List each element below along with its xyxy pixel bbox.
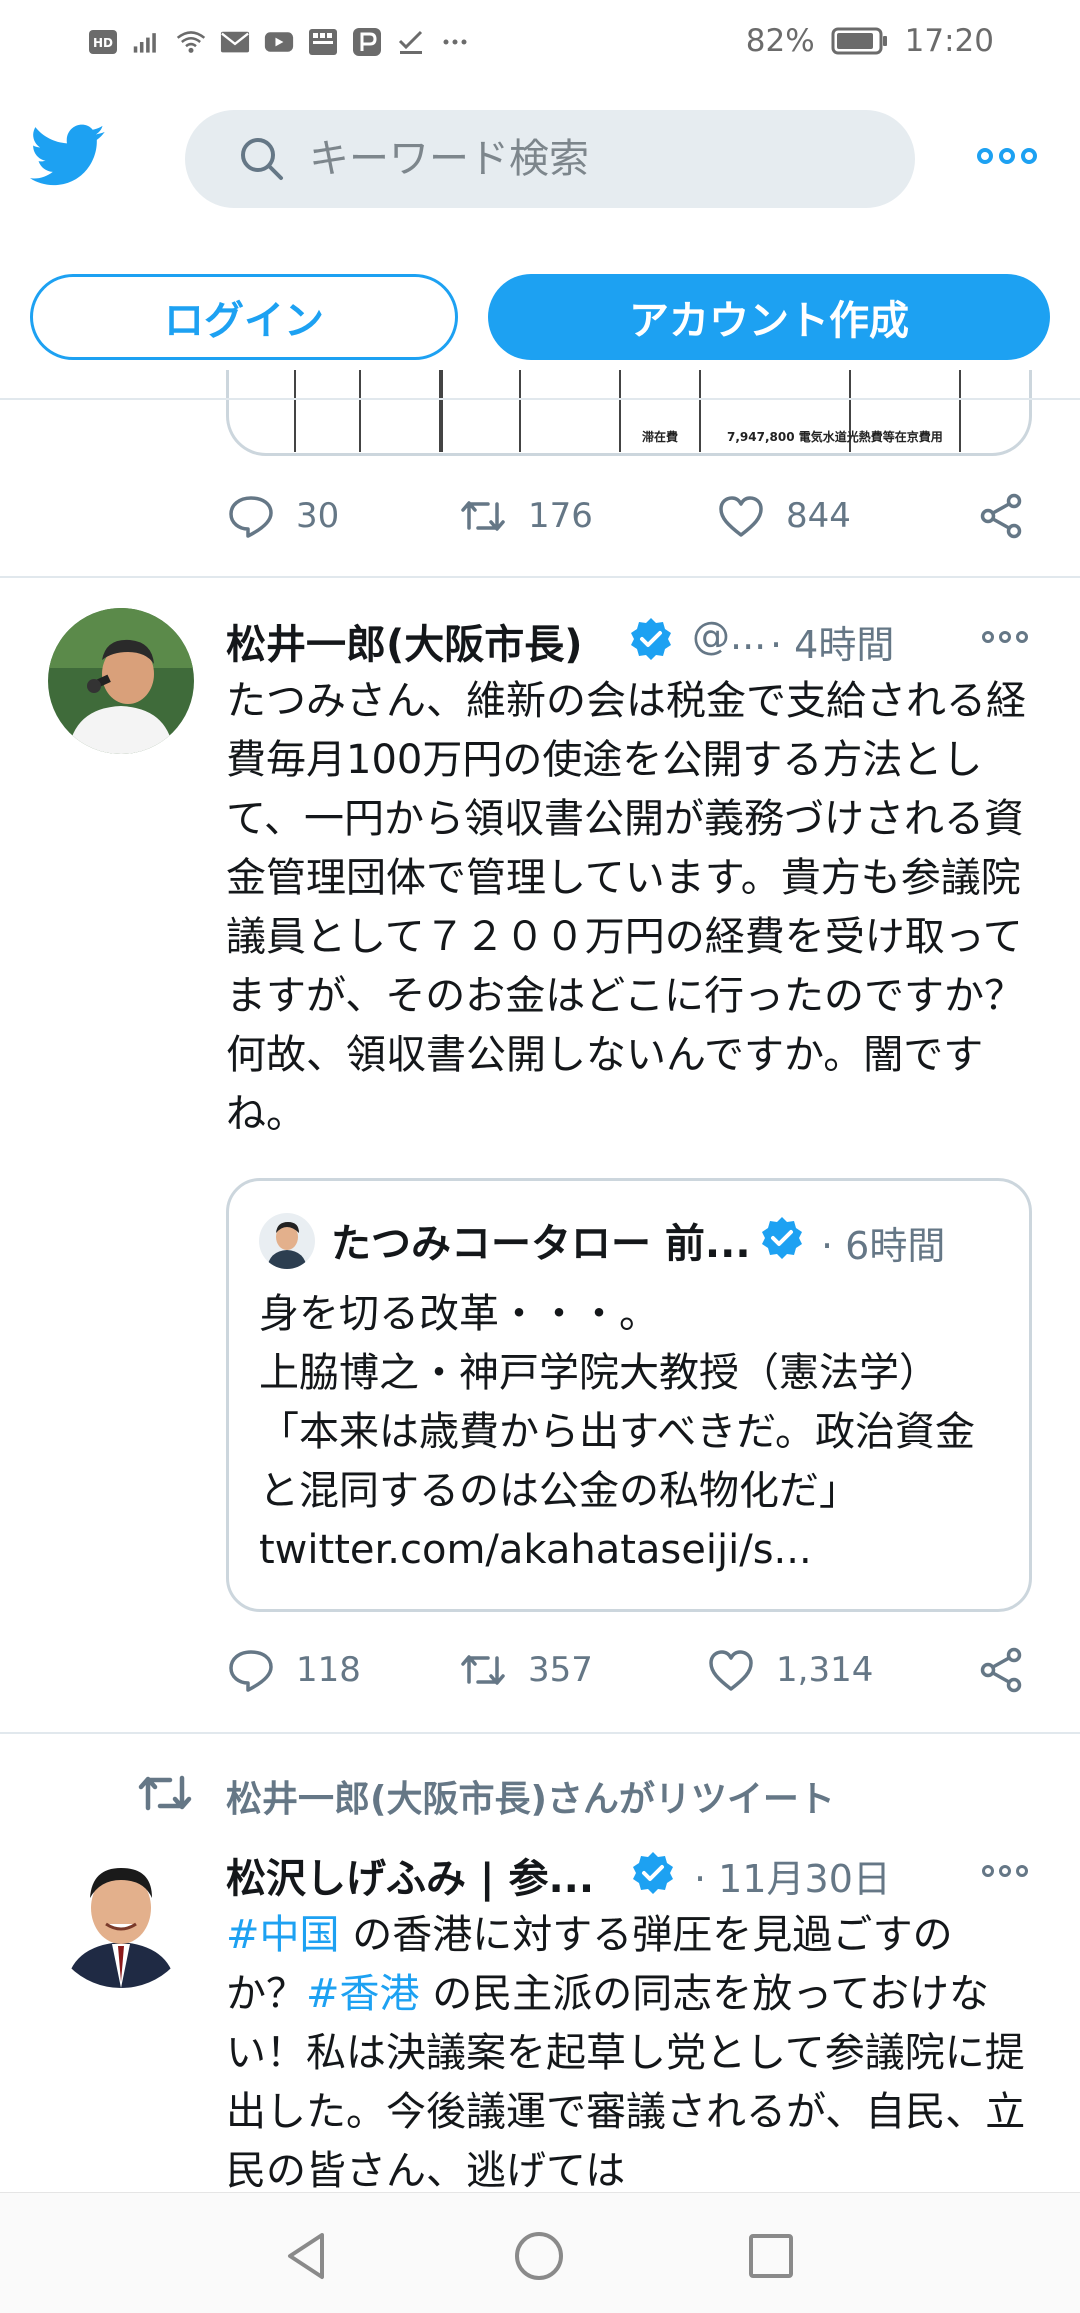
login-button[interactable]: ログイン — [30, 274, 458, 360]
system-navigation-bar — [0, 2192, 1080, 2313]
reply-icon — [229, 1650, 273, 1692]
twitter-logo-icon[interactable] — [30, 124, 106, 188]
more-options-icon[interactable] — [972, 136, 1042, 176]
tweet-author-name[interactable]: 松井一郎(大阪市長) — [226, 612, 583, 670]
tweet-media-image[interactable]: 滞在費 7,947,800 電気水道光熱費等在京費用 — [226, 370, 1032, 456]
status-icons-right: 82% 17:20 — [746, 18, 994, 64]
signup-button[interactable]: アカウント作成 — [488, 274, 1050, 360]
tweet-timestamp[interactable]: · 4時間 — [770, 614, 894, 669]
quoted-author-name: たつみコータロー 前... — [331, 1221, 751, 1267]
retweet-count: 176 — [528, 496, 593, 536]
status-bar: HD 82% 17:20 — [0, 0, 1080, 82]
image-cell-text: 7,947,800 電気水道光熱費等在京費用 — [727, 430, 943, 444]
like-button[interactable]: 1,314 — [706, 1645, 976, 1695]
share-button[interactable] — [976, 1645, 1026, 1695]
reply-button[interactable]: 30 — [226, 491, 458, 541]
avatar[interactable] — [48, 1842, 194, 1988]
back-icon[interactable] — [282, 2229, 330, 2283]
paypay-icon — [352, 27, 382, 57]
tweet-more-icon[interactable] — [980, 1856, 1030, 1886]
app-icon — [308, 27, 338, 57]
share-icon — [980, 1647, 1022, 1693]
like-count: 1,314 — [776, 1650, 874, 1690]
share-icon — [980, 493, 1022, 539]
tweet-actions: 30 176 844 — [226, 486, 1032, 546]
retweet-button[interactable]: 176 — [458, 491, 716, 541]
tweet-text: たつみさん、維新の会は税金で支給される経費毎月100万円の使途を公開する方法とし… — [226, 678, 1026, 1137]
header-divider — [0, 398, 1080, 400]
verified-badge-icon — [631, 618, 671, 660]
youtube-icon — [264, 27, 294, 57]
tweet-text: #中国 の香港に対する弾圧を見過ごすのか？#香港 の民主派の同志を放っておけない… — [226, 1906, 1032, 2192]
hashtag-link[interactable]: #香港 — [306, 1971, 420, 2017]
signal-icon — [132, 27, 162, 57]
reply-button[interactable]: 118 — [226, 1645, 458, 1695]
recents-icon[interactable] — [746, 2231, 796, 2281]
svg-text:HD: HD — [93, 36, 113, 50]
battery-percent: 82% — [745, 23, 815, 59]
more-notifications-icon — [440, 27, 470, 57]
quoted-tweet[interactable]: たつみコータロー 前... · 6時間 身を切る改革・・・。 上脇博之・神戸学院… — [226, 1178, 1032, 1612]
battery-icon — [831, 26, 889, 56]
retweet-count: 357 — [528, 1650, 593, 1690]
tweet-divider — [0, 1732, 1080, 1734]
retweet-icon — [138, 1775, 192, 1811]
reply-count: 30 — [296, 496, 340, 536]
tweet-handle[interactable]: @... — [692, 614, 766, 658]
reply-icon — [229, 496, 273, 538]
retweet-button[interactable]: 357 — [458, 1645, 706, 1695]
tweet-divider — [0, 576, 1080, 578]
verified-badge-icon — [633, 1852, 673, 1894]
search-input[interactable] — [287, 135, 871, 183]
quoted-timestamp: · 6時間 — [821, 1224, 946, 1268]
heart-icon — [719, 496, 763, 537]
avatar[interactable] — [48, 608, 194, 754]
hd-icon: HD — [88, 27, 118, 57]
quoted-text: 身を切る改革・・・。 上脇博之・神戸学院大教授（憲法学）「本来は歳費から出すべき… — [259, 1291, 975, 1573]
search-icon — [241, 138, 283, 180]
tweet-more-icon[interactable] — [980, 622, 1030, 652]
hashtag-link[interactable]: #中国 — [226, 1912, 340, 1958]
retweet-context-label[interactable]: 松井一郎(大阪市長)さんがリツイート — [226, 1770, 835, 1822]
image-cell-text: 滞在費 — [642, 430, 679, 444]
tweet-author-name[interactable]: 松沢しげふみ | 参... — [226, 1846, 594, 1904]
search-bar[interactable] — [185, 110, 915, 208]
wifi-icon — [176, 27, 206, 57]
mail-icon — [220, 27, 250, 57]
tweet-actions: 118 357 1,314 — [226, 1640, 1032, 1700]
verified-badge-icon — [762, 1217, 802, 1259]
reply-count: 118 — [296, 1650, 361, 1690]
retweet-icon — [461, 1655, 505, 1685]
tweet-timestamp[interactable]: · 11月30日 — [694, 1848, 891, 1903]
retweet-icon — [461, 501, 505, 531]
check-icon — [396, 27, 426, 57]
avatar — [259, 1213, 315, 1269]
like-button[interactable]: 844 — [716, 491, 976, 541]
home-icon[interactable] — [512, 2229, 566, 2283]
status-icons-left: HD — [88, 22, 470, 62]
share-button[interactable] — [976, 491, 1026, 541]
like-count: 844 — [786, 496, 851, 536]
heart-icon — [709, 1650, 753, 1691]
clock: 17:20 — [904, 23, 994, 59]
